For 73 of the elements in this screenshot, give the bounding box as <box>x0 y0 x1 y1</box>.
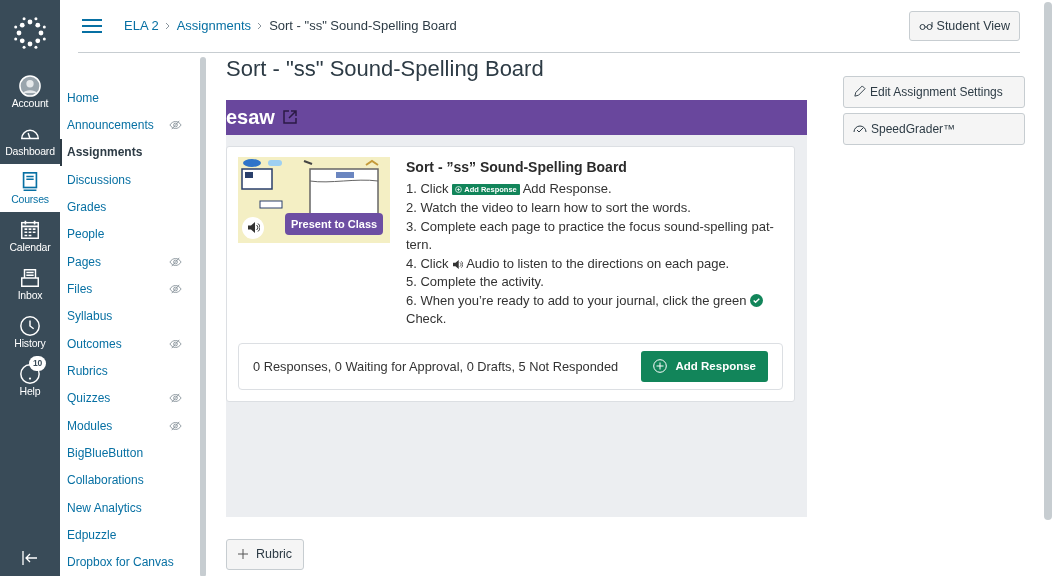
hidden-eye-icon <box>169 393 182 404</box>
speedgrader-icon <box>853 122 867 135</box>
global-nav-item[interactable]: Courses <box>0 164 60 212</box>
brand-name: esaw <box>226 105 275 131</box>
canvas-logo-icon[interactable] <box>12 15 48 51</box>
clock-icon <box>19 315 41 337</box>
course-nav-link[interactable]: Modules <box>60 411 200 440</box>
hidden-eye-icon <box>169 119 182 130</box>
global-nav-item[interactable]: Inbox <box>0 260 60 308</box>
chevron-icon <box>257 21 264 30</box>
course-nav-link[interactable]: Announcements <box>60 111 200 139</box>
course-nav-link[interactable]: Dropbox for Canvas <box>60 548 200 576</box>
global-nav-item[interactable]: History <box>0 308 60 356</box>
instruction-step: 2. Watch the video to learn how to sort the words. <box>406 199 783 218</box>
plus-icon <box>238 549 248 560</box>
instruction-text: Audio to listen to the directions on each page. <box>466 255 730 271</box>
instruction-text: 4. Click <box>406 255 449 271</box>
calendar-icon <box>19 219 41 241</box>
pencil-icon <box>853 85 866 99</box>
global-nav-item[interactable]: Calendar <box>0 212 60 260</box>
check-icon <box>750 293 763 307</box>
speaker-icon <box>246 222 260 234</box>
sidebar-button[interactable]: SpeedGrader™ <box>843 112 1025 145</box>
add-response-button[interactable]: Add Response <box>641 350 768 383</box>
course-nav-link[interactable]: Edpuzzle <box>60 521 200 549</box>
course-nav-link[interactable]: Collaborations <box>60 466 200 494</box>
scrollbar[interactable] <box>200 56 206 576</box>
notification-count: 10 <box>29 356 47 371</box>
hidden-eye-icon <box>169 420 182 431</box>
present-to-class-button[interactable]: Present to Class <box>285 212 384 236</box>
inbox-icon <box>19 267 41 289</box>
page-title: Sort - "ss" Sound-Spelling Board <box>226 54 545 83</box>
response-summary: 0 Responses, 0 Waiting for Approval, 0 Drafts, 5 Not Responded <box>253 357 619 376</box>
glasses-icon <box>918 20 933 31</box>
avatar-icon <box>19 75 41 97</box>
course-nav-link[interactable]: Grades <box>60 193 200 221</box>
menu-icon[interactable] <box>82 17 102 34</box>
activity-title: Sort - ”ss” Sound-Spelling Board <box>406 157 628 177</box>
breadcrumb-link[interactable]: ELA 2 <box>124 16 159 36</box>
sidebar-button[interactable]: Edit Assignment Settings <box>843 75 1025 108</box>
add-rubric-button[interactable]: Rubric <box>226 538 305 570</box>
instruction-text: 1. Click <box>406 180 449 196</box>
instruction-text: Check. <box>406 311 447 327</box>
course-nav-link[interactable]: Home <box>60 83 200 112</box>
hidden-eye-icon <box>169 256 182 267</box>
course-nav-link[interactable]: Files <box>60 275 200 303</box>
course-nav-link[interactable]: Syllabus <box>60 302 200 330</box>
course-nav-link[interactable]: Quizzes <box>60 384 200 412</box>
breadcrumb-current: Sort - "ss" Sound-Spelling Board <box>269 17 457 36</box>
collapse-icon[interactable] <box>21 550 39 566</box>
student-view-button[interactable]: Student View <box>908 10 1020 42</box>
plus-circle-icon <box>455 186 463 194</box>
course-nav-link[interactable]: Discussions <box>60 165 200 194</box>
global-nav-item[interactable]: 10 Help <box>0 356 60 404</box>
course-nav-link[interactable]: Rubrics <box>60 357 200 385</box>
course-nav-link[interactable]: New Analytics <box>60 494 200 522</box>
course-nav-link[interactable]: Outcomes <box>60 329 200 358</box>
course-nav-link[interactable]: BigBlueButton <box>60 439 200 467</box>
global-nav-item[interactable]: Account <box>0 68 60 116</box>
speaker-icon <box>452 259 464 269</box>
course-nav-link[interactable]: People <box>60 220 200 248</box>
hidden-eye-icon <box>169 283 182 294</box>
instruction-step: 3. Complete each page to practice the focus sound-spelling pat-tern. <box>406 217 783 255</box>
hidden-eye-icon <box>169 338 182 349</box>
instruction-text: 6. When you’re ready to add to your journal, click the green <box>406 292 747 308</box>
scrollbar[interactable] <box>1044 2 1052 520</box>
instruction-step: 5. Complete the activity. <box>406 273 783 292</box>
instruction-text: Add Response. <box>522 180 612 196</box>
course-nav-link[interactable]: Pages <box>60 247 200 276</box>
chevron-icon <box>164 21 171 30</box>
global-nav-item[interactable]: Dashboard <box>0 116 60 164</box>
plus-circle-icon <box>653 359 668 374</box>
breadcrumb-link[interactable]: Assignments <box>176 16 252 36</box>
